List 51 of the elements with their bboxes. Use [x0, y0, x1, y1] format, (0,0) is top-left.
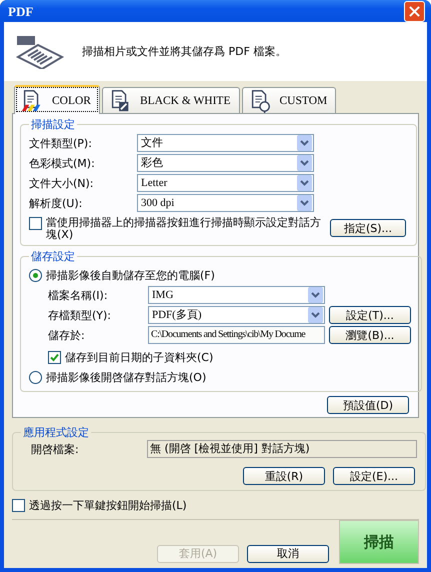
window-title: PDF — [8, 4, 34, 18]
scan-button[interactable]: 掃描 — [339, 520, 419, 564]
dropdown[interactable]: 文件 — [137, 134, 314, 152]
dialog-button[interactable]: 取消 — [247, 545, 329, 563]
field-label: 色彩模式(M): — [29, 156, 96, 170]
path-field[interactable]: C:\Documents and Settings\cib\My Docume — [148, 326, 325, 344]
document-icon — [16, 34, 64, 68]
radio-button[interactable] — [29, 370, 42, 384]
group-title: 掃描設定 — [30, 118, 76, 131]
field-label: 存檔類型(Y): — [48, 308, 112, 322]
checkbox-label: 當使用掃描器上的掃描器按鈕進行掃描時顯示設定對話方塊(X) — [46, 217, 322, 241]
tab[interactable]: COLOR — [14, 85, 100, 114]
browse-button[interactable]: 瀏覽(B)... — [329, 326, 411, 344]
checkbox-label: 儲存到目前日期的子資料夾(C) — [65, 350, 214, 364]
chevron-down-icon — [308, 307, 323, 323]
dropdown[interactable]: PDF(多頁) — [148, 306, 325, 324]
chevron-down-icon — [297, 195, 312, 211]
tab[interactable]: BLACK & WHITE — [102, 87, 240, 113]
radio-button[interactable] — [29, 268, 42, 282]
default-button[interactable]: 預設值(D) — [327, 396, 409, 414]
dropdown[interactable]: Letter — [137, 174, 314, 192]
field-label: 開啓檔案: — [30, 442, 80, 456]
chevron-down-icon — [297, 135, 312, 151]
dropdown[interactable]: 300 dpi — [137, 194, 314, 212]
checkbox[interactable] — [12, 498, 25, 512]
checkbox[interactable] — [48, 350, 61, 364]
dropdown[interactable]: 彩色 — [137, 154, 314, 172]
settings-button[interactable]: 重設(R) — [243, 467, 325, 485]
close-button[interactable] — [404, 0, 425, 22]
field-label: 檔案名稱(I): — [48, 288, 109, 302]
header-text: 掃描相片或文件並將其儲存爲 PDF 檔案。 — [82, 45, 286, 58]
tab[interactable]: CUSTOM — [242, 87, 336, 113]
chevron-down-icon — [297, 155, 312, 171]
chevron-down-icon — [308, 287, 323, 303]
checkbox[interactable] — [29, 217, 42, 230]
assign-button[interactable]: 指定(S)... — [330, 219, 406, 237]
field-label: 文件類型(P): — [29, 136, 93, 150]
field-label: 解析度(U): — [29, 196, 84, 210]
settings-button[interactable]: 設定(T)... — [329, 306, 411, 324]
app-field: 無 (開啓 [檢視並使用] 對話方塊) — [147, 440, 417, 458]
dropdown[interactable]: IMG — [148, 286, 325, 304]
field-label: 文件大小(N): — [29, 176, 95, 190]
close-icon — [409, 6, 420, 16]
radio-label: 掃描影像後自動儲存至您的電腦(F) — [46, 268, 215, 282]
field-label: 儲存於: — [48, 328, 86, 342]
settings-button[interactable]: 設定(E)... — [333, 467, 415, 485]
radio-label: 掃描影像後開啓儲存對話方塊(O) — [46, 370, 206, 384]
group-title: 儲存設定 — [30, 250, 76, 263]
group-title: 應用程式設定 — [22, 426, 90, 439]
checkbox-label: 透過按一下單鍵按鈕開始掃描(L) — [29, 498, 187, 512]
chevron-down-icon — [297, 175, 312, 191]
